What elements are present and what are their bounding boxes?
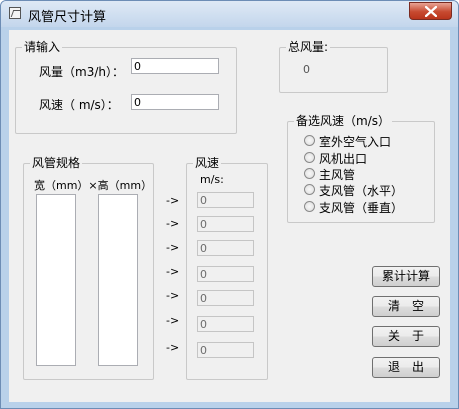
app-icon <box>9 7 21 19</box>
radio-button[interactable] <box>304 135 315 146</box>
input-group-title: 请输入 <box>22 39 63 55</box>
result-arrow: -> <box>166 241 180 254</box>
velocity-result-5 <box>197 290 254 306</box>
velocity-result-2 <box>197 216 254 232</box>
airflow-input[interactable] <box>131 58 219 74</box>
velocity-result-1 <box>197 192 254 208</box>
velocity-results-title: 风速 <box>193 155 222 171</box>
dialog-body: 请输入 风量（m3/h）： 风速（ m/s）： 总风量: 0 备选风速（m/s）… <box>9 30 450 402</box>
velocity-result-7 <box>197 342 254 358</box>
close-icon <box>425 6 437 17</box>
total-airflow-value: 0 <box>303 63 310 76</box>
velocity-label: 风速（ m/s）： <box>39 98 119 112</box>
result-arrow: -> <box>166 341 180 354</box>
duct-spec-title: 风管规格 <box>30 155 83 171</box>
exit-button[interactable]: 退 出 <box>372 357 440 378</box>
width-listbox[interactable] <box>36 194 76 366</box>
velocity-result-6 <box>197 316 254 332</box>
radio-label: 风机出口 <box>319 152 368 166</box>
duct-spec-header: 宽（mm）×高（mm） <box>34 179 153 192</box>
radio-button[interactable] <box>304 168 315 179</box>
airflow-label: 风量（m3/h）： <box>39 65 124 79</box>
result-arrow: -> <box>166 314 180 327</box>
radio-label: 支风管（水平） <box>319 184 404 198</box>
accumulate-button[interactable]: 累计计算 <box>372 266 440 287</box>
clear-button[interactable]: 清 空 <box>372 296 440 317</box>
velocity-result-3 <box>197 240 254 256</box>
radio-button[interactable] <box>304 184 315 195</box>
height-listbox[interactable] <box>98 194 138 366</box>
velocity-options-title: 备选风速（m/s） <box>294 113 392 129</box>
window-title: 风管尺寸计算 <box>28 10 107 25</box>
total-airflow-group: 总风量: <box>279 39 388 93</box>
result-arrow: -> <box>166 217 180 230</box>
app-window: 风管尺寸计算 请输入 风量（m3/h）： 风速（ m/s）： 总风量: 0 备选… <box>0 0 459 409</box>
velocity-result-4 <box>197 266 254 282</box>
velocity-input[interactable] <box>131 94 219 110</box>
about-button[interactable]: 关 于 <box>372 326 440 347</box>
radio-button[interactable] <box>304 152 315 163</box>
total-airflow-title: 总风量: <box>286 39 331 55</box>
close-button[interactable] <box>409 2 452 20</box>
radio-label: 主风管 <box>319 168 356 182</box>
result-arrow: -> <box>166 194 180 207</box>
radio-label: 支风管（垂直） <box>319 201 404 215</box>
velocity-unit-label: m/s: <box>200 173 224 186</box>
title-bar[interactable]: 风管尺寸计算 <box>1 1 458 27</box>
result-arrow: -> <box>166 289 180 302</box>
radio-button[interactable] <box>304 201 315 212</box>
radio-label: 室外空气入口 <box>319 135 392 149</box>
result-arrow: -> <box>166 265 180 278</box>
